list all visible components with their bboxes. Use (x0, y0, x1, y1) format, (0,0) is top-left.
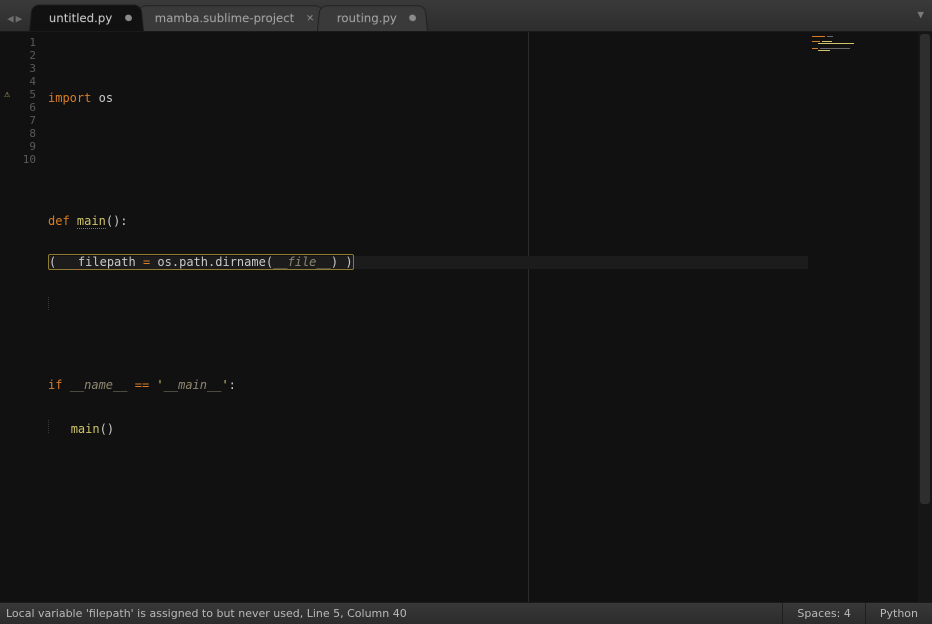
code-area[interactable]: import os def main(): ( filepath = os.pa… (42, 32, 808, 602)
tab-bar: ◀ ▶ untitled.py mamba.sublime-project ✕ … (0, 0, 932, 32)
code-line[interactable] (48, 133, 808, 146)
nav-back-icon[interactable]: ◀ (7, 12, 14, 25)
status-lint-message[interactable]: Local variable 'filepath' is assigned to… (0, 607, 782, 620)
tab-untitled-py[interactable]: untitled.py (29, 4, 144, 31)
tab-title: routing.py (337, 12, 397, 25)
code-line[interactable]: main() (48, 420, 808, 433)
ruler (528, 32, 529, 602)
code-line[interactable] (48, 461, 808, 474)
close-icon[interactable]: ✕ (306, 15, 315, 23)
dirty-indicator-icon[interactable] (409, 15, 416, 22)
status-bar: Local variable 'filepath' is assigned to… (0, 602, 932, 624)
dirty-indicator-icon[interactable] (125, 14, 132, 21)
tab-history-nav: ◀ ▶ (0, 12, 29, 31)
code-line-active[interactable]: ( filepath = os.path.dirname(__file__) ) (48, 256, 808, 269)
line-number: 9 (14, 140, 42, 153)
line-number: 5 (14, 88, 42, 101)
line-number-gutter: 1 2 3 4 5 6 7 8 9 10 (14, 32, 42, 602)
tab-title: mamba.sublime-project (155, 12, 295, 25)
gutter-marks: ⚠ (0, 32, 14, 602)
scrollbar-thumb[interactable] (920, 34, 930, 504)
tab-title: untitled.py (49, 11, 112, 24)
line-number: 8 (14, 127, 42, 140)
editor[interactable]: ⚠ 1 2 3 4 5 6 7 8 9 10 import os def mai… (0, 32, 932, 602)
tab-mamba-sublime-project[interactable]: mamba.sublime-project ✕ (134, 5, 327, 31)
status-indentation[interactable]: Spaces: 4 (782, 603, 864, 624)
line-number: 6 (14, 101, 42, 114)
code-line[interactable] (48, 174, 808, 187)
line-number: 7 (14, 114, 42, 127)
line-number: 2 (14, 49, 42, 62)
code-line[interactable] (48, 297, 808, 310)
line-number: 4 (14, 75, 42, 88)
tab-overflow-icon[interactable]: ▼ (917, 8, 924, 21)
vertical-scrollbar[interactable] (918, 32, 932, 602)
tab-routing-py[interactable]: routing.py (317, 5, 428, 31)
line-number: 10 (14, 153, 42, 166)
minimap[interactable] (808, 32, 918, 602)
code-line[interactable]: if __name__ == '__main__': (48, 379, 808, 392)
lint-warning-icon[interactable]: ⚠ (0, 88, 14, 101)
code-line[interactable]: import os (48, 92, 808, 105)
nav-forward-icon[interactable]: ▶ (16, 12, 23, 25)
status-syntax[interactable]: Python (865, 603, 932, 624)
line-number: 3 (14, 62, 42, 75)
line-number: 1 (14, 36, 42, 49)
app-root: ◀ ▶ untitled.py mamba.sublime-project ✕ … (0, 0, 932, 624)
code-line[interactable] (48, 338, 808, 351)
code-line[interactable]: def main(): (48, 215, 808, 228)
